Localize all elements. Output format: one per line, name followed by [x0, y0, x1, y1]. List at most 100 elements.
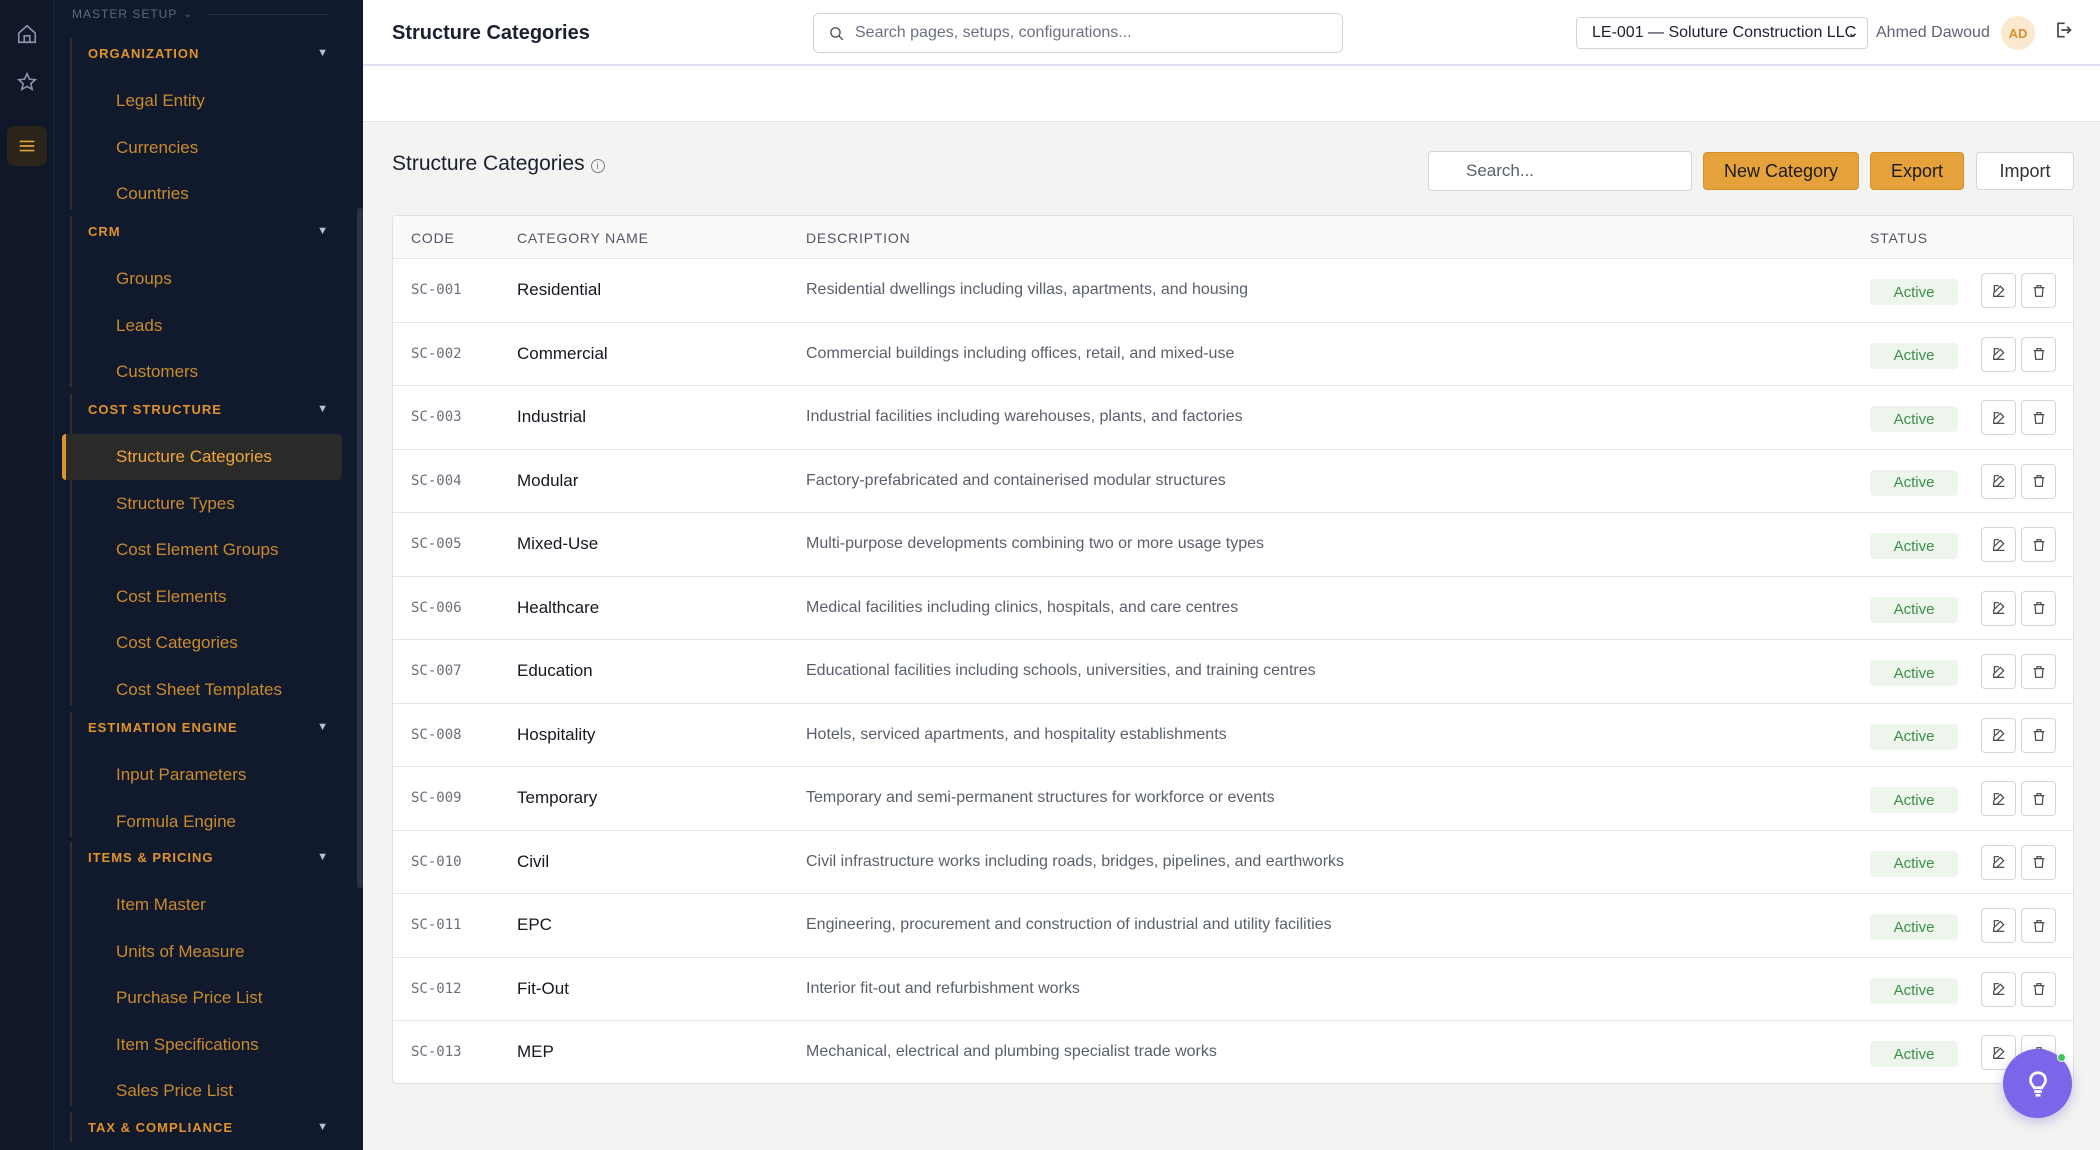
sidebar-group-header[interactable]: ITEMS & PRICING ▼ — [70, 846, 348, 868]
column-header-status[interactable]: STATUS — [1870, 230, 1928, 246]
table-row[interactable]: SC-004 Modular Factory-prefabricated and c… — [393, 450, 2073, 513]
edit-icon[interactable] — [1981, 590, 2016, 626]
sidebar-item-sales-price-list[interactable]: Sales Price List — [62, 1068, 342, 1114]
category-description: Multi-purpose developments combining two… — [806, 535, 1265, 553]
trash-icon[interactable] — [2021, 336, 2056, 372]
page-title: Structure Categories — [392, 22, 590, 44]
trash-icon[interactable] — [2021, 463, 2056, 499]
sidebar-group-title: TAX & COMPLIANCE — [88, 1119, 234, 1135]
trash-icon[interactable] — [2021, 908, 2056, 943]
import-button[interactable]: Import — [1976, 152, 2074, 190]
new-category-button[interactable]: New Category — [1703, 152, 1859, 190]
sidebar-group-header[interactable]: COST STRUCTURE ▼ — [70, 398, 348, 420]
trash-icon[interactable] — [2021, 590, 2056, 626]
edit-icon[interactable] — [1981, 717, 2016, 753]
table-row[interactable]: SC-009 Temporary Temporary and semi-perman… — [393, 767, 2073, 831]
star-icon[interactable] — [7, 62, 47, 102]
sidebar-item-legal-entity[interactable]: Legal Entity — [62, 78, 342, 124]
table-row[interactable]: SC-008 Hospitality Hotels, serviced apartm… — [393, 704, 2073, 767]
table-search-input[interactable] — [1428, 151, 1692, 191]
sidebar-item-item-specifications[interactable]: Item Specifications — [62, 1022, 342, 1068]
table-row[interactable]: SC-013 MEP Mechanical, electrical and plum… — [393, 1021, 2073, 1083]
sidebar-item-countries[interactable]: Countries — [62, 171, 342, 217]
logout-icon[interactable] — [2053, 20, 2077, 44]
category-description: Mechanical, electrical and plumbing spec… — [806, 1043, 1217, 1061]
status-badge: Active — [1870, 787, 1958, 813]
edit-icon[interactable] — [1981, 844, 2016, 880]
export-button[interactable]: Export — [1870, 152, 1964, 190]
trash-icon[interactable] — [2021, 527, 2056, 562]
sidebar-group-title: ORGANIZATION — [88, 45, 200, 61]
sidebar-item-cost-element-groups[interactable]: Cost Element Groups — [62, 527, 342, 573]
sidebar-item-item-master[interactable]: Item Master — [62, 882, 342, 928]
sidebar-item-units-of-measure[interactable]: Units of Measure — [62, 929, 342, 975]
sidebar-item-cost-sheet-templates[interactable]: Cost Sheet Templates — [62, 667, 342, 713]
sidebar-group-header[interactable]: ESTIMATION ENGINE ▼ — [70, 716, 348, 738]
edit-icon[interactable] — [1981, 908, 2016, 943]
table-row[interactable]: SC-006 Healthcare Medical facilities inclu… — [393, 577, 2073, 640]
sidebar-group-header[interactable]: ORGANIZATION ▼ — [70, 42, 348, 64]
edit-icon[interactable] — [1981, 527, 2016, 562]
trash-icon[interactable] — [2021, 273, 2056, 308]
table-row[interactable]: SC-012 Fit-Out Interior fit-out and refurb… — [393, 958, 2073, 1021]
trash-icon[interactable] — [2021, 844, 2056, 880]
column-header-description[interactable]: DESCRIPTION — [806, 230, 910, 246]
category-name: Fit-Out — [517, 978, 569, 998]
edit-icon[interactable] — [1981, 971, 2016, 1007]
status-badge: Active — [1870, 914, 1958, 940]
caret-down-icon: ▼ — [317, 721, 328, 733]
table-row[interactable]: SC-010 Civil Civil infrastructure works in… — [393, 831, 2073, 894]
status-badge: Active — [1870, 1041, 1958, 1067]
sidebar-item-structure-types[interactable]: Structure Types — [62, 481, 342, 527]
category-name: Residential — [517, 280, 602, 300]
sidebar-group-header[interactable]: CRM ▼ — [70, 220, 348, 242]
sidebar: MASTER SETUP ⌄ ORGANIZATION ▼ Legal Entity… — [54, 0, 363, 1150]
edit-icon[interactable] — [1981, 336, 2016, 372]
sidebar-scrollbar[interactable] — [357, 208, 363, 888]
avatar[interactable]: AD — [2001, 16, 2035, 50]
edit-icon[interactable] — [1981, 654, 2016, 689]
sidebar-item-structure-categories[interactable]: Structure Categories — [62, 434, 342, 480]
sidebar-item-formula-engine[interactable]: Formula Engine — [62, 799, 342, 845]
sidebar-item-customers[interactable]: Customers — [62, 349, 342, 395]
edit-icon[interactable] — [1981, 463, 2016, 499]
trash-icon[interactable] — [2021, 654, 2056, 689]
edit-icon[interactable] — [1981, 781, 2016, 816]
sidebar-item-purchase-price-list[interactable]: Purchase Price List — [62, 975, 342, 1021]
sidebar-item-currencies[interactable]: Currencies — [62, 125, 342, 171]
categories-table: CODE CATEGORY NAME DESCRIPTION STATUS SC… — [392, 215, 2074, 1084]
edit-icon[interactable] — [1981, 273, 2016, 308]
table-row[interactable]: SC-007 Education Educational facilities in… — [393, 640, 2073, 704]
sidebar-group-title: ITEMS & PRICING — [88, 849, 214, 865]
sidebar-item-cost-categories[interactable]: Cost Categories — [62, 620, 342, 666]
trash-icon[interactable] — [2021, 781, 2056, 816]
column-header-name[interactable]: CATEGORY NAME — [517, 230, 649, 246]
category-code: SC-005 — [411, 536, 462, 553]
sidebar-item-groups[interactable]: Groups — [62, 256, 342, 302]
global-search[interactable] — [813, 13, 1343, 53]
section-label-text: MASTER SETUP — [72, 7, 178, 21]
sidebar-item-leads[interactable]: Leads — [62, 303, 342, 349]
trash-icon[interactable] — [2021, 971, 2056, 1007]
status-badge: Active — [1870, 660, 1958, 686]
edit-icon[interactable] — [1981, 400, 2016, 435]
sidebar-group-title: CRM — [88, 223, 121, 239]
section-title-text: Structure Categories — [392, 152, 585, 175]
chevron-down-icon[interactable]: ⌄ — [183, 9, 192, 20]
global-search-input[interactable] — [855, 24, 1325, 42]
table-row[interactable]: SC-003 Industrial Industrial facilities in… — [393, 386, 2073, 450]
info-icon[interactable]: i — [590, 159, 605, 173]
home-icon[interactable] — [7, 14, 47, 54]
trash-icon[interactable] — [2021, 400, 2056, 435]
table-row[interactable]: SC-011 EPC Engineering, procurement and co… — [393, 894, 2073, 958]
table-row[interactable]: SC-002 Commercial Commercial buildings inc… — [393, 323, 2073, 386]
menu-icon[interactable] — [7, 126, 47, 166]
sidebar-item-cost-elements[interactable]: Cost Elements — [62, 574, 342, 620]
column-header-code[interactable]: CODE — [411, 230, 455, 246]
table-row[interactable]: SC-001 Residential Residential dwellings i… — [393, 259, 2073, 323]
sidebar-item-input-parameters[interactable]: Input Parameters — [62, 752, 342, 798]
sidebar-group-header[interactable]: TAX & COMPLIANCE ▼ — [70, 1116, 348, 1138]
legal-entity-select[interactable]: LE-001 — Soluture Construction LLC ⌄ — [1576, 17, 1868, 49]
table-row[interactable]: SC-005 Mixed-Use Multi-purpose development… — [393, 513, 2073, 577]
trash-icon[interactable] — [2021, 717, 2056, 753]
